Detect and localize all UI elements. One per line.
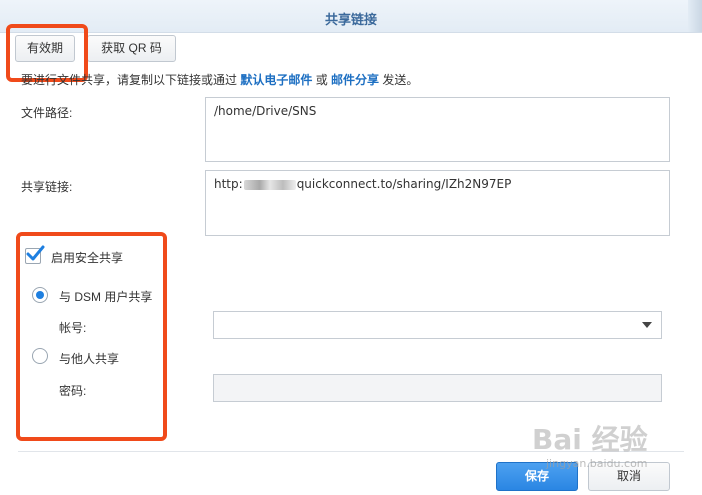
blurred-host	[243, 179, 296, 190]
file-path-value: /home/Drive/SNS	[214, 104, 317, 118]
share-link-prefix: http:	[214, 177, 243, 191]
titlebar-edge	[688, 0, 702, 32]
share-link-label: 共享链接:	[21, 180, 73, 194]
instructions-or: 或	[312, 73, 332, 87]
account-dropdown[interactable]	[213, 311, 662, 339]
share-instructions: 要进行文件共享，请复制以下链接或通过 默认电子邮件 或 邮件分享 发送。	[21, 71, 418, 88]
default-email-link[interactable]: 默认电子邮件	[240, 73, 312, 87]
get-qr-code-button[interactable]: 获取 QR 码	[87, 35, 176, 62]
file-path-field[interactable]: /home/Drive/SNS	[205, 97, 670, 162]
instructions-prefix: 要进行文件共享，请复制以下链接或通过	[21, 73, 241, 87]
file-path-label: 文件路径:	[21, 106, 73, 120]
chevron-down-icon	[642, 322, 652, 328]
instructions-suffix: 发送。	[379, 73, 419, 87]
dialog-titlebar: 共享链接	[0, 0, 702, 33]
mail-share-link[interactable]: 邮件分享	[331, 73, 379, 87]
highlight-box-secure-sharing	[16, 232, 167, 441]
dialog-title: 共享链接	[324, 12, 377, 27]
password-field[interactable]	[213, 374, 662, 402]
share-link-suffix: quickconnect.to/sharing/IZh2N97EP	[296, 177, 512, 191]
share-link-field[interactable]: http: quickconnect.to/sharing/IZh2N97EP	[205, 170, 670, 236]
baidu-watermark-url: jingyan.baidu.com	[546, 457, 648, 470]
baidu-watermark: Bai 经验	[532, 423, 648, 456]
